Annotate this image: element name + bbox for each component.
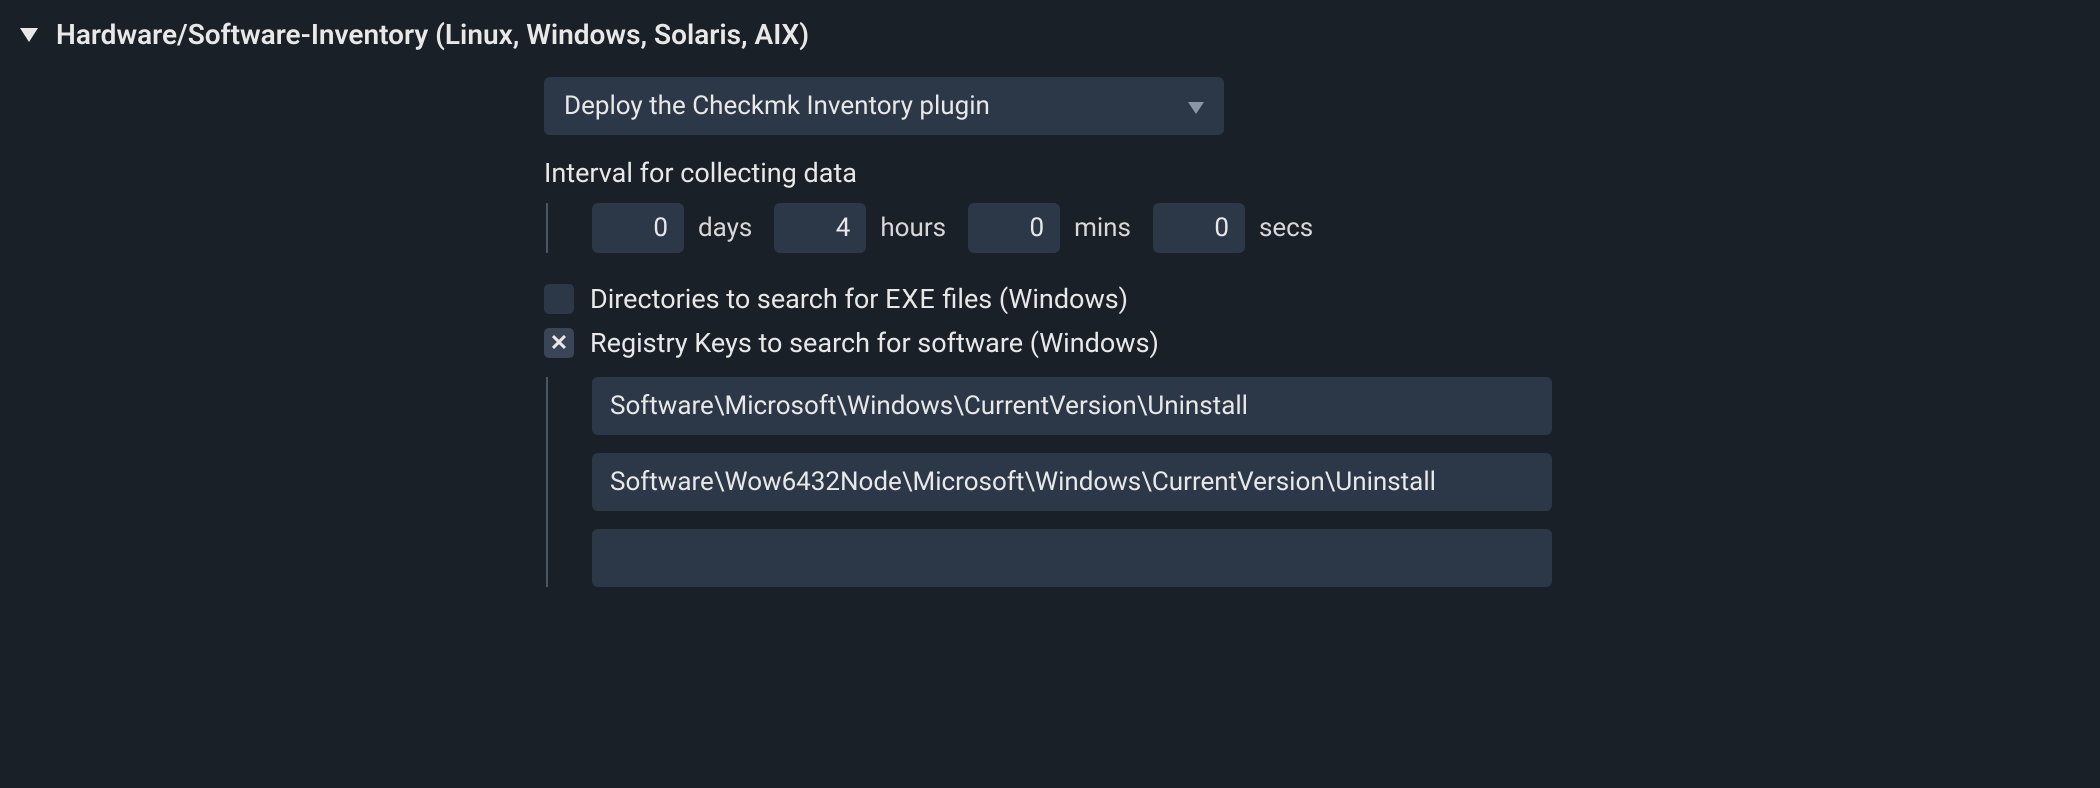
registry-entry-input[interactable] bbox=[592, 453, 1552, 511]
interval-secs-input[interactable] bbox=[1153, 203, 1245, 253]
registry-keys-row: ✕ Registry Keys to search for software (… bbox=[544, 327, 2080, 359]
unit-hours: hours bbox=[880, 213, 946, 243]
exe-dirs-label-pre: Directories to search for bbox=[590, 283, 885, 315]
registry-entry-input[interactable] bbox=[592, 529, 1552, 587]
interval-days-input[interactable] bbox=[592, 203, 684, 253]
unit-secs: secs bbox=[1259, 213, 1313, 243]
registry-entry-input[interactable] bbox=[592, 377, 1552, 435]
chevron-down-icon bbox=[1188, 91, 1204, 121]
registry-keys-checkbox[interactable]: ✕ bbox=[544, 328, 574, 358]
exe-dirs-row: Directories to search for EXE files (Win… bbox=[544, 283, 2080, 315]
exe-dirs-label-post: files (Windows) bbox=[936, 283, 1128, 315]
section-title: Hardware/Software-Inventory (Linux, Wind… bbox=[56, 18, 809, 51]
collapse-icon bbox=[20, 28, 38, 42]
x-icon: ✕ bbox=[550, 331, 568, 356]
registry-keys-label: Registry Keys to search for software (Wi… bbox=[590, 327, 1159, 359]
dropdown-selected-label: Deploy the Checkmk Inventory plugin bbox=[564, 91, 990, 121]
interval-label: Interval for collecting data bbox=[544, 157, 2080, 189]
exe-dirs-checkbox[interactable] bbox=[544, 284, 574, 314]
section-content: Deploy the Checkmk Inventory plugin Inte… bbox=[544, 59, 2080, 587]
interval-row: days hours mins secs bbox=[546, 203, 2080, 253]
interval-mins-input[interactable] bbox=[968, 203, 1060, 253]
exe-dirs-label: Directories to search for EXE files (Win… bbox=[590, 283, 1128, 315]
deploy-mode-dropdown[interactable]: Deploy the Checkmk Inventory plugin bbox=[544, 77, 1224, 135]
unit-mins: mins bbox=[1074, 213, 1131, 243]
exe-dirs-label-exe: EXE bbox=[885, 283, 936, 315]
registry-entries-list bbox=[546, 377, 2080, 587]
unit-days: days bbox=[698, 213, 752, 243]
section-header[interactable]: Hardware/Software-Inventory (Linux, Wind… bbox=[20, 10, 2080, 59]
interval-hours-input[interactable] bbox=[774, 203, 866, 253]
